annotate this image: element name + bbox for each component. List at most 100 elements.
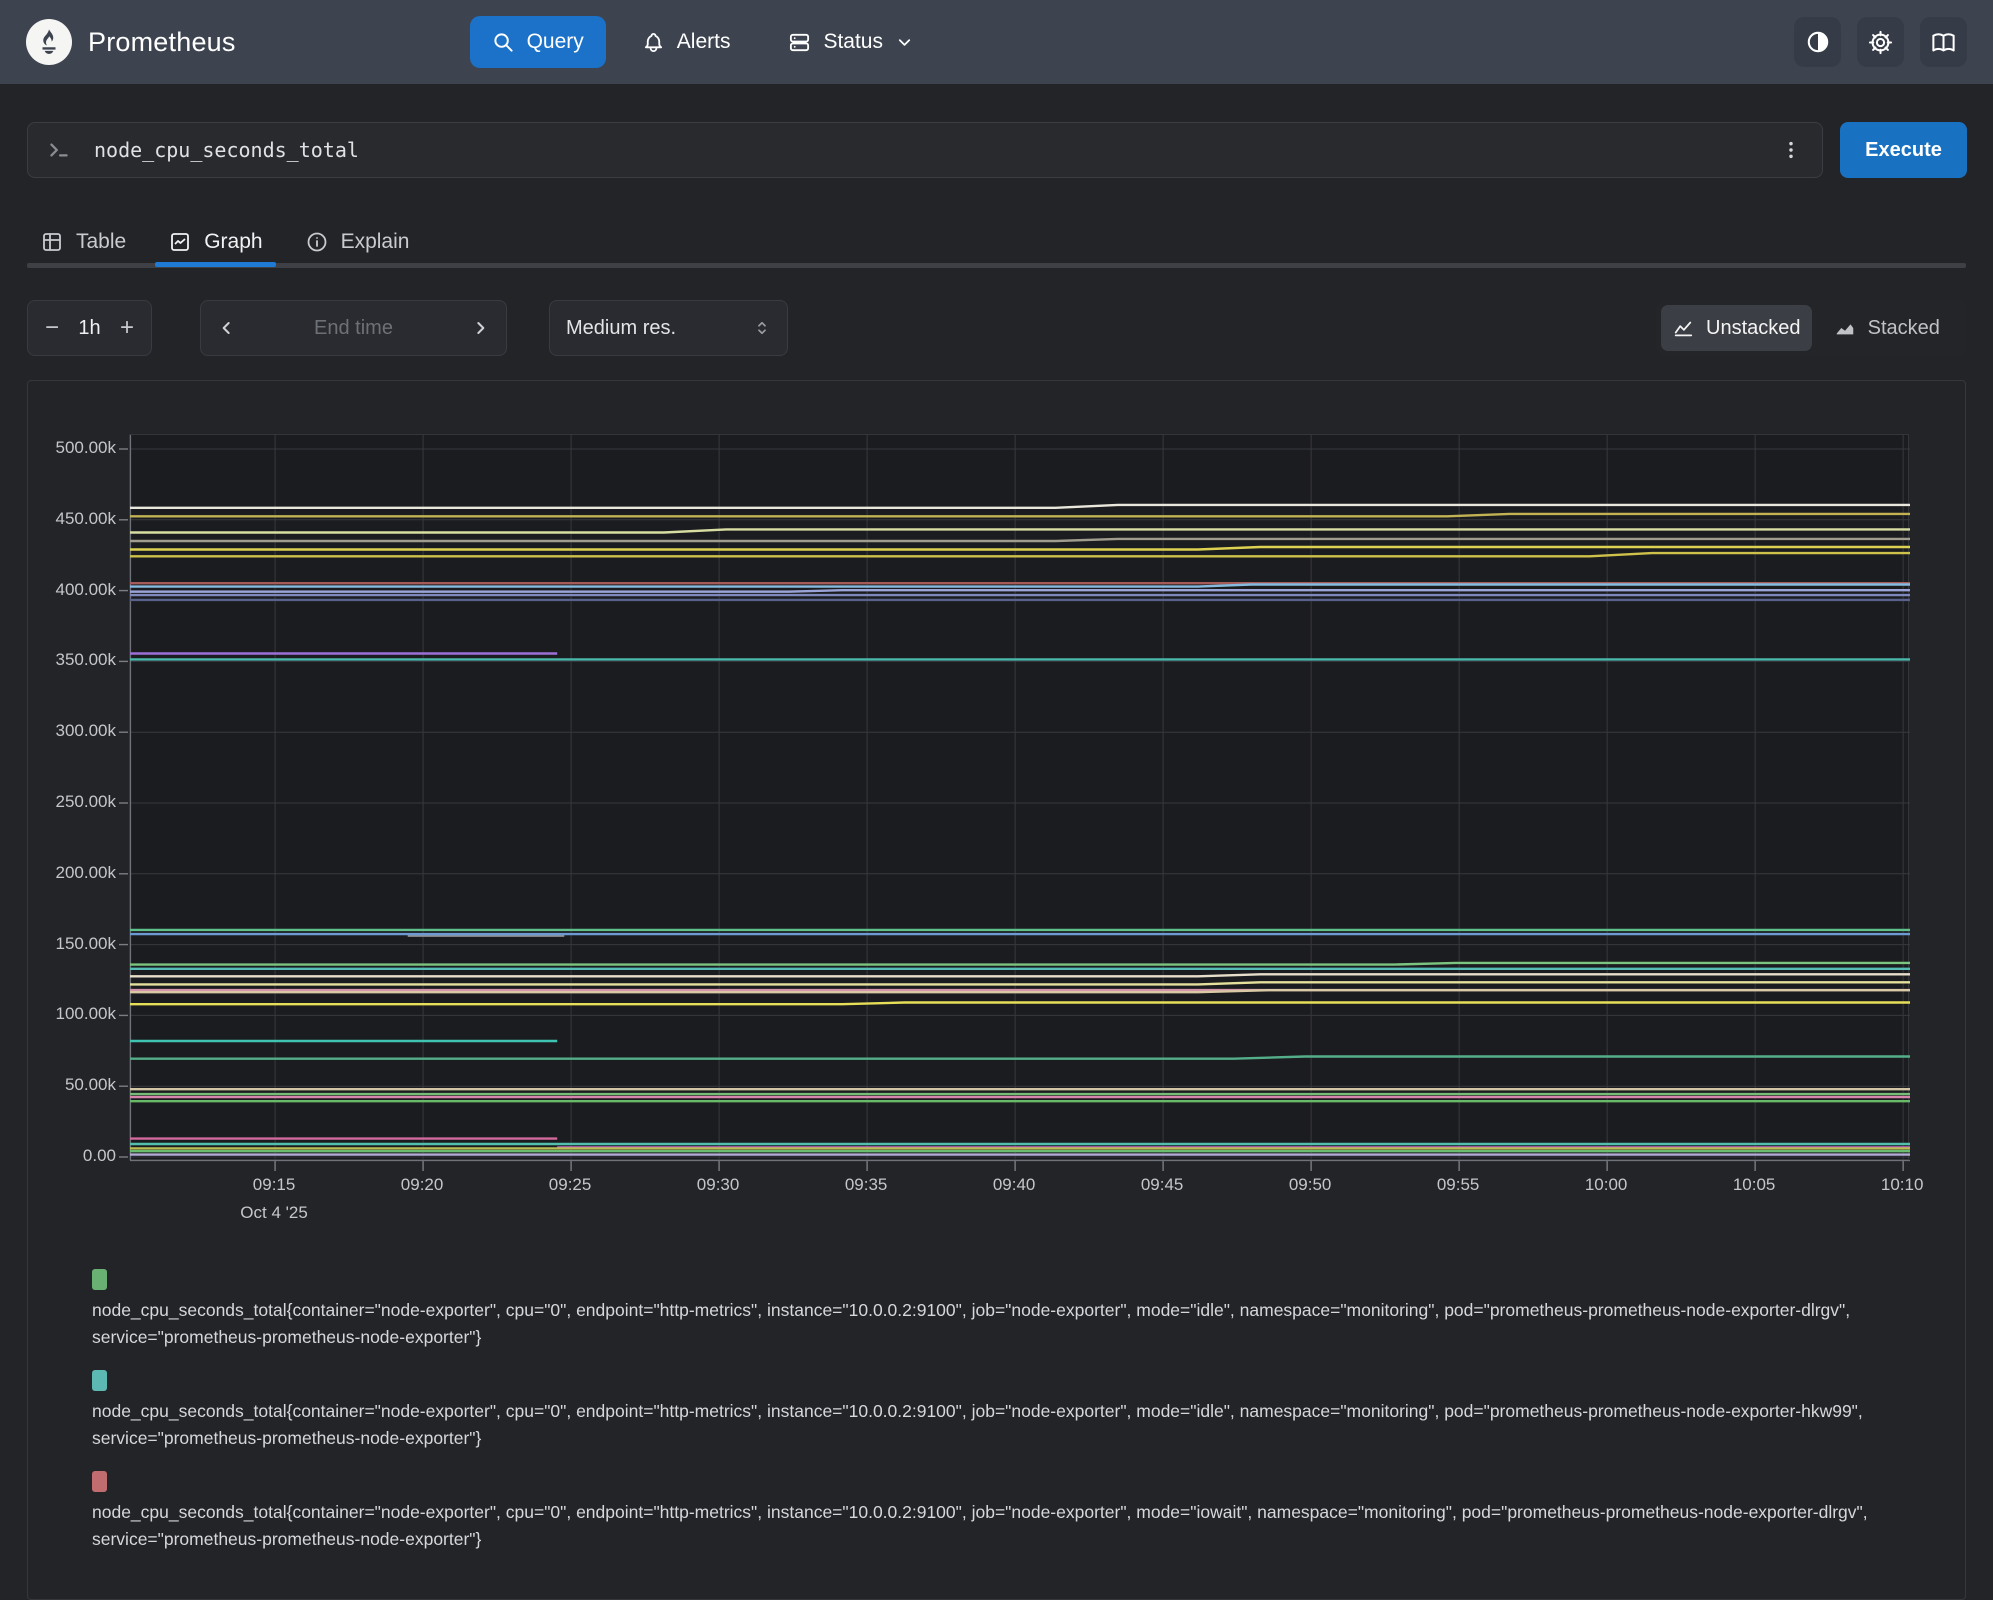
tabs-underline	[27, 263, 1966, 268]
y-tick-label: 0.00	[28, 1145, 116, 1167]
nav-query-button[interactable]: Query	[470, 16, 606, 68]
tab-graph-label: Graph	[204, 230, 262, 254]
x-tick-label: 09:45	[1116, 1174, 1208, 1196]
tab-explain-label: Explain	[341, 230, 410, 254]
x-tick-label: 10:00	[1560, 1174, 1652, 1196]
y-tick-label: 400.00k	[28, 579, 116, 601]
execute-button[interactable]: Execute	[1840, 122, 1967, 178]
prometheus-logo-icon	[26, 19, 72, 65]
stacking-toggle: Unstacked Stacked	[1656, 300, 1967, 356]
area-chart-icon	[1834, 317, 1856, 339]
stacked-button[interactable]: Stacked	[1812, 305, 1963, 351]
info-icon	[305, 230, 329, 254]
contrast-icon	[1805, 29, 1831, 55]
gear-icon	[1867, 29, 1894, 56]
y-tick-label: 300.00k	[28, 720, 116, 742]
selector-updown-icon	[753, 319, 771, 337]
x-tick-label: 09:50	[1264, 1174, 1356, 1196]
bell-icon	[642, 31, 665, 54]
resolution-select[interactable]: Medium res.	[549, 300, 788, 356]
x-tick-label: 10:10	[1856, 1174, 1948, 1196]
end-time-forward-button[interactable]	[470, 318, 490, 338]
range-increase-button[interactable]: +	[109, 308, 145, 348]
y-tick-label: 200.00k	[28, 862, 116, 884]
app-title: Prometheus	[88, 27, 236, 58]
search-icon	[492, 31, 515, 54]
legend-item[interactable]: node_cpu_seconds_total{container="node-e…	[92, 1471, 1907, 1553]
resolution-value: Medium res.	[566, 317, 676, 340]
range-value[interactable]: 1h	[78, 317, 100, 340]
settings-button[interactable]	[1857, 17, 1904, 67]
x-tick-label: 09:30	[672, 1174, 764, 1196]
chevron-left-icon	[217, 318, 237, 338]
x-tick-label: 09:40	[968, 1174, 1060, 1196]
main-nav: Query Alerts Status	[470, 16, 936, 68]
navbar-actions	[1794, 17, 1967, 67]
x-tick-label: 09:35	[820, 1174, 912, 1196]
y-tick-label: 150.00k	[28, 933, 116, 955]
navbar: Prometheus Query Alerts Status	[0, 0, 1993, 84]
tab-table[interactable]: Table	[27, 221, 139, 263]
series-line	[130, 539, 1910, 541]
nav-alerts-button[interactable]: Alerts	[620, 16, 753, 68]
y-tick-label: 500.00k	[28, 437, 116, 459]
nav-status-button[interactable]: Status	[766, 16, 936, 68]
unstacked-label: Unstacked	[1706, 317, 1801, 340]
range-control: − 1h +	[27, 300, 152, 356]
time-series-chart	[130, 435, 1910, 1161]
tab-graph[interactable]: Graph	[155, 221, 275, 263]
chevron-right-icon	[470, 318, 490, 338]
end-time-control[interactable]: End time	[200, 300, 507, 356]
end-time-back-button[interactable]	[217, 318, 237, 338]
legend-series-label: node_cpu_seconds_total{container="node-e…	[92, 1398, 1907, 1452]
series-line	[130, 974, 1910, 976]
nav-alerts-label: Alerts	[677, 30, 731, 54]
chevron-down-icon	[895, 33, 914, 52]
nav-status-label: Status	[823, 30, 883, 54]
y-tick-label: 50.00k	[28, 1074, 116, 1096]
legend-item[interactable]: node_cpu_seconds_total{container="node-e…	[92, 1370, 1907, 1452]
series-line	[130, 982, 1910, 984]
series-line	[130, 514, 1910, 516]
series-line	[130, 505, 1910, 508]
x-tick-label: 10:05	[1708, 1174, 1800, 1196]
x-tick-label: 09:25	[524, 1174, 616, 1196]
nav-query-label: Query	[527, 30, 584, 54]
series-line	[130, 585, 1910, 587]
x-tick-label: 09:20	[376, 1174, 468, 1196]
expression-text: node_cpu_seconds_total	[94, 138, 359, 162]
end-time-placeholder: End time	[314, 317, 393, 340]
kebab-menu-icon	[1780, 139, 1802, 161]
table-icon	[40, 230, 64, 254]
server-icon	[788, 31, 811, 54]
series-legend: node_cpu_seconds_total{container="node-e…	[92, 1269, 1907, 1572]
y-tick-label: 450.00k	[28, 508, 116, 530]
query-options-kebab-button[interactable]	[1774, 123, 1808, 177]
book-icon	[1930, 29, 1957, 56]
brand: Prometheus	[26, 19, 236, 65]
legend-swatch	[92, 1269, 107, 1290]
plot-area[interactable]	[129, 434, 1909, 1160]
tab-explain[interactable]: Explain	[292, 221, 423, 263]
theme-toggle-button[interactable]	[1794, 17, 1841, 67]
unstacked-button[interactable]: Unstacked	[1661, 305, 1812, 351]
docs-button[interactable]	[1920, 17, 1967, 67]
graph-icon	[168, 230, 192, 254]
legend-item[interactable]: node_cpu_seconds_total{container="node-e…	[92, 1269, 1907, 1351]
x-tick-label: 09:15	[228, 1174, 320, 1196]
x-axis-date-label: Oct 4 '25	[214, 1203, 334, 1223]
line-chart-icon	[1672, 317, 1694, 339]
y-tick-label: 100.00k	[28, 1003, 116, 1025]
expression-input[interactable]: node_cpu_seconds_total	[27, 122, 1823, 178]
range-decrease-button[interactable]: −	[34, 308, 70, 348]
series-line	[130, 1057, 1910, 1059]
x-tick-label: 09:55	[1412, 1174, 1504, 1196]
y-tick-label: 250.00k	[28, 791, 116, 813]
series-line	[130, 963, 1910, 965]
series-line	[130, 1003, 1910, 1005]
series-line	[130, 529, 1910, 532]
series-line	[130, 547, 1910, 550]
legend-swatch	[92, 1471, 107, 1492]
result-tabs: Table Graph Explain	[27, 221, 422, 263]
y-tick-label: 350.00k	[28, 649, 116, 671]
